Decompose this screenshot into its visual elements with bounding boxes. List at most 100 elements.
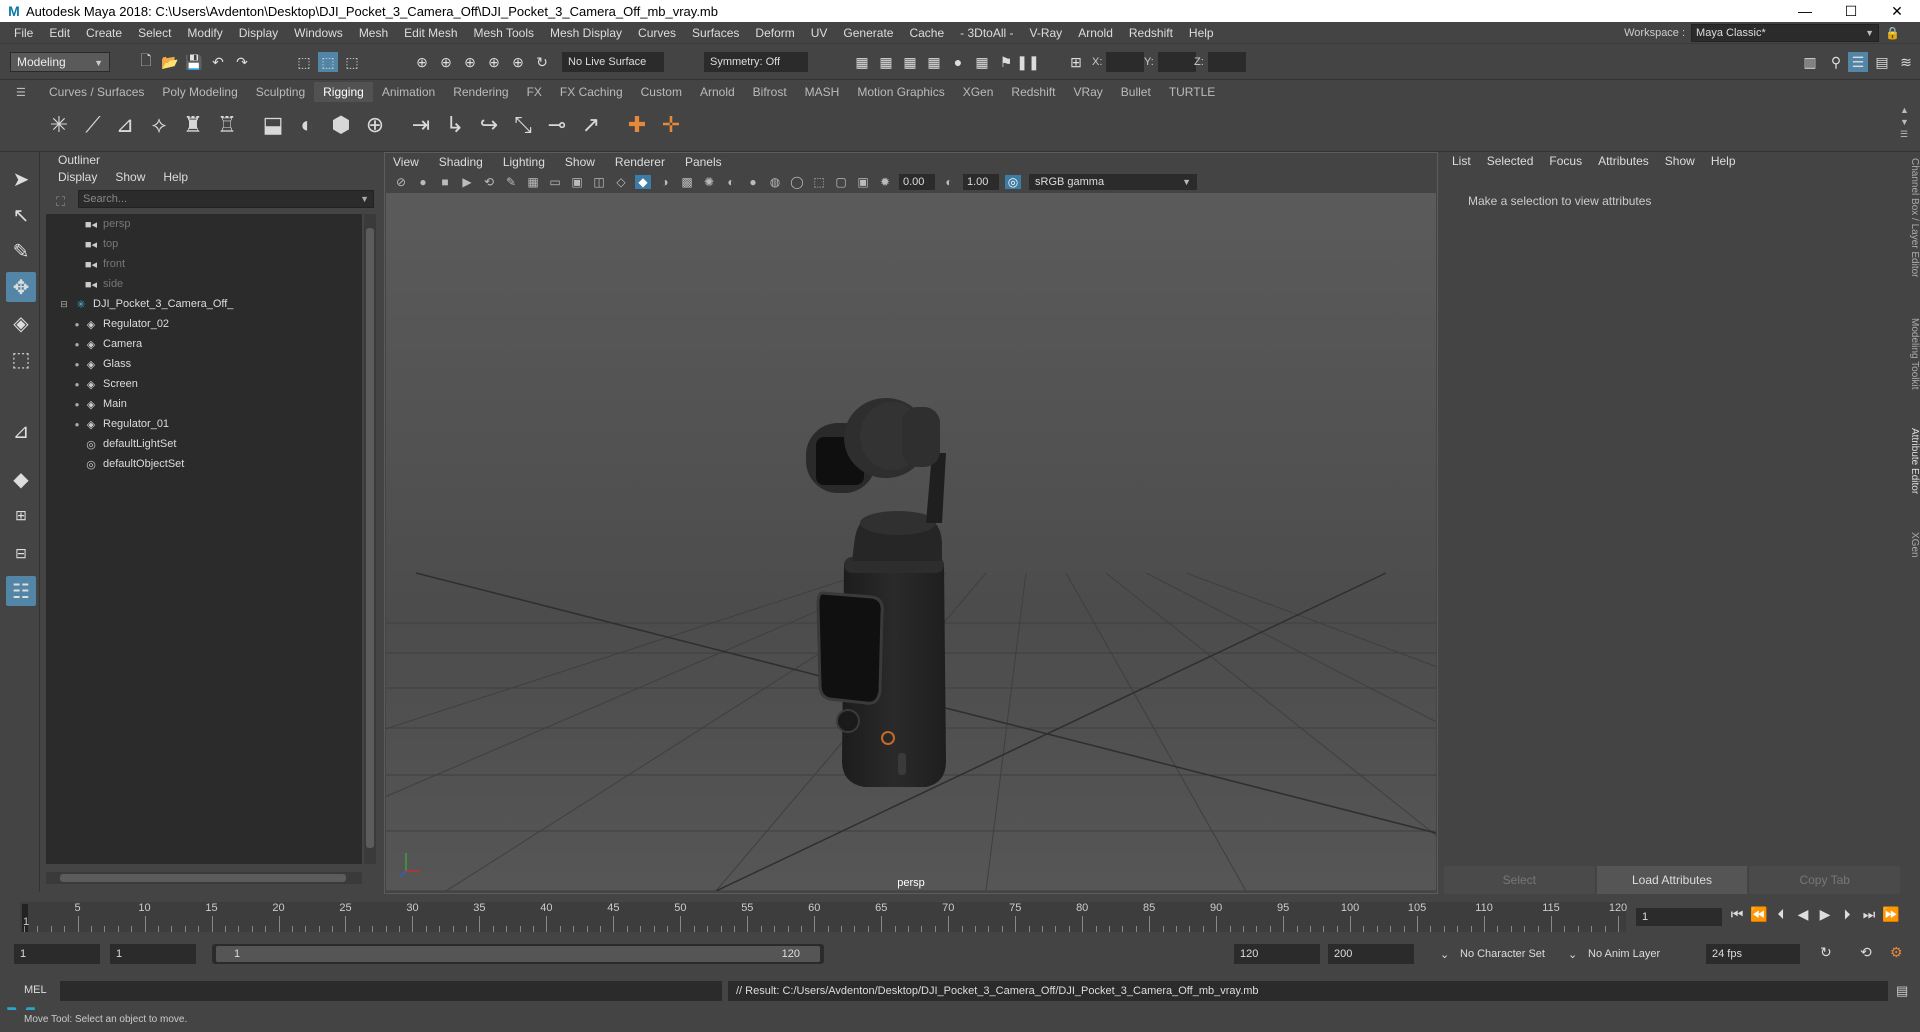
menu-edit-mesh[interactable]: Edit Mesh: [396, 26, 465, 40]
new-scene-icon[interactable]: 🗋: [136, 52, 156, 72]
persp-outliner-layout-icon[interactable]: ⊟: [6, 538, 36, 568]
lasso-tool-icon[interactable]: ↖: [6, 200, 36, 230]
tool-settings-icon[interactable]: ▤: [1872, 52, 1892, 72]
hypershade-icon[interactable]: ●: [948, 52, 968, 72]
side-tab-modeling-toolkit[interactable]: Modeling Toolkit: [1904, 318, 1920, 390]
outliner-item-top[interactable]: ■◂ top: [46, 234, 362, 254]
animation-end-field[interactable]: 200: [1328, 944, 1414, 964]
image-plane-icon[interactable]: ▶: [459, 175, 475, 189]
playback-start-field[interactable]: 1: [110, 944, 196, 964]
aim-constraint-icon[interactable]: ⊸: [542, 108, 572, 142]
z-coord-field[interactable]: Z:: [1194, 52, 1246, 72]
character-set-dropdown[interactable]: No Character Set: [1460, 948, 1545, 960]
pole-vector-icon[interactable]: ↗: [576, 108, 606, 142]
select-camera-icon[interactable]: ⊘: [393, 175, 409, 189]
lattice-icon[interactable]: ⬢: [326, 108, 356, 142]
maximize-button[interactable]: ☐: [1828, 0, 1874, 22]
quick-rig-icon[interactable]: ♖: [212, 108, 242, 142]
ik-handle-icon[interactable]: ⟋: [78, 108, 108, 142]
select-object-icon[interactable]: ⬚: [318, 52, 338, 72]
menu-mesh-tools[interactable]: Mesh Tools: [466, 26, 542, 40]
outliner-item-regulator-02[interactable]: ● ◈ Regulator_02: [46, 314, 362, 334]
xray-icon[interactable]: ▢: [833, 175, 849, 189]
menu-generate[interactable]: Generate: [835, 26, 901, 40]
shelf-tab-arnold[interactable]: Arnold: [691, 82, 744, 102]
go-to-end-icon[interactable]: ⏭: [1860, 906, 1878, 923]
color-management-icon[interactable]: ◎: [1005, 175, 1021, 189]
motion-blur-icon[interactable]: ◍: [767, 175, 783, 189]
outliner-menu-display[interactable]: Display: [58, 170, 97, 184]
range-bar[interactable]: 1 120: [212, 944, 824, 964]
shelf-tab-poly-modeling[interactable]: Poly Modeling: [153, 82, 246, 102]
outliner-layout-icon[interactable]: ☷: [6, 576, 36, 606]
menu-mesh-display[interactable]: Mesh Display: [542, 26, 630, 40]
current-frame-field[interactable]: 1: [1636, 908, 1722, 926]
channel-box-icon[interactable]: ≋: [1896, 52, 1916, 72]
animation-start-field[interactable]: 1: [14, 944, 100, 964]
pause-icon[interactable]: ❚❚: [1016, 52, 1039, 72]
attr-menu-attributes[interactable]: Attributes: [1598, 154, 1649, 168]
humanik-icon[interactable]: ♜: [178, 108, 208, 142]
shelf-tab-bullet[interactable]: Bullet: [1112, 82, 1160, 102]
snap-surface-icon[interactable]: ⊕: [508, 52, 528, 72]
expand-dot-icon[interactable]: ●: [70, 340, 84, 349]
attr-menu-focus[interactable]: Focus: [1549, 154, 1582, 168]
exposure-field[interactable]: 0.00: [899, 174, 935, 190]
menu-cache[interactable]: Cache: [901, 26, 952, 40]
outliner-item-regulator-01[interactable]: ● ◈ Regulator_01: [46, 414, 362, 434]
shelf-tab-curves-surfaces[interactable]: Curves / Surfaces: [40, 82, 153, 102]
last-tool-icon[interactable]: ⊿: [6, 416, 36, 446]
expand-dot-icon[interactable]: ●: [70, 400, 84, 409]
lights-icon[interactable]: ✺: [701, 175, 717, 189]
cv-curve-locator-icon[interactable]: ✛: [656, 108, 686, 142]
side-tab-channel-box[interactable]: Channel Box / Layer Editor: [1904, 158, 1920, 278]
paint-weights-icon[interactable]: ◐: [292, 108, 322, 142]
redo-icon[interactable]: ↷: [232, 52, 252, 72]
locator-icon[interactable]: ✚: [622, 108, 652, 142]
command-input[interactable]: [60, 981, 722, 1001]
menu-uv[interactable]: UV: [803, 26, 836, 40]
outliner-item-screen[interactable]: ● ◈ Screen: [46, 374, 362, 394]
film-gate-icon[interactable]: ▭: [547, 175, 563, 189]
smooth-shade-icon[interactable]: ◆: [635, 175, 651, 189]
menu-create[interactable]: Create: [78, 26, 130, 40]
menu-modify[interactable]: Modify: [179, 26, 230, 40]
shelf-tab-rendering[interactable]: Rendering: [444, 82, 517, 102]
attr-menu-list[interactable]: List: [1452, 154, 1471, 168]
joint-tool-icon[interactable]: ✳: [44, 108, 74, 142]
parent-constraint-icon[interactable]: ⇥: [406, 108, 436, 142]
insert-joint-icon[interactable]: ⟡: [144, 108, 174, 142]
character-set-dropdown-icon[interactable]: ⌄: [1440, 948, 1449, 961]
expand-dot-icon[interactable]: ●: [70, 420, 84, 429]
snap-curve-icon[interactable]: ⊕: [436, 52, 456, 72]
point-constraint-icon[interactable]: ↳: [440, 108, 470, 142]
move-tool-icon[interactable]: ✥: [6, 272, 36, 302]
shelf-tab-xgen[interactable]: XGen: [954, 82, 1003, 102]
grid-icon[interactable]: ▦: [525, 175, 541, 189]
shelf-options-icon[interactable]: ☰: [16, 86, 26, 99]
shelf-tab-vray[interactable]: VRay: [1064, 82, 1111, 102]
symmetry-dropdown[interactable]: Symmetry: Off: [704, 52, 808, 72]
menu-edit[interactable]: Edit: [41, 26, 78, 40]
ik-spline-icon[interactable]: ⊿: [110, 108, 140, 142]
play-backwards-icon[interactable]: ◀: [1794, 906, 1812, 923]
viewport-menu-view[interactable]: View: [393, 155, 419, 169]
playback-end-field[interactable]: 120: [1234, 944, 1320, 964]
menu-redshift[interactable]: Redshift: [1121, 26, 1181, 40]
attr-menu-selected[interactable]: Selected: [1487, 154, 1534, 168]
viewport-menu-lighting[interactable]: Lighting: [503, 155, 545, 169]
last-frame-icon[interactable]: ⏩: [1882, 906, 1900, 923]
bind-skin-icon[interactable]: ⬓: [258, 108, 288, 142]
anim-layer-dropdown-icon[interactable]: ⌄: [1568, 948, 1577, 961]
close-button[interactable]: ✕: [1874, 0, 1920, 22]
shelf-tab-animation[interactable]: Animation: [373, 82, 444, 102]
menu-file[interactable]: File: [6, 26, 41, 40]
workspace-dropdown[interactable]: Maya Classic*: [1691, 24, 1880, 42]
shelf-tab-redshift[interactable]: Redshift: [1002, 82, 1064, 102]
attr-menu-help[interactable]: Help: [1711, 154, 1736, 168]
shelf-tab-rigging[interactable]: Rigging: [314, 82, 373, 102]
load-attributes-button[interactable]: Load Attributes: [1596, 866, 1748, 894]
side-tab-xgen[interactable]: XGen: [1904, 532, 1920, 558]
menu-set-dropdown[interactable]: Modeling: [10, 52, 110, 72]
script-editor-icon[interactable]: ▤: [1896, 983, 1908, 999]
